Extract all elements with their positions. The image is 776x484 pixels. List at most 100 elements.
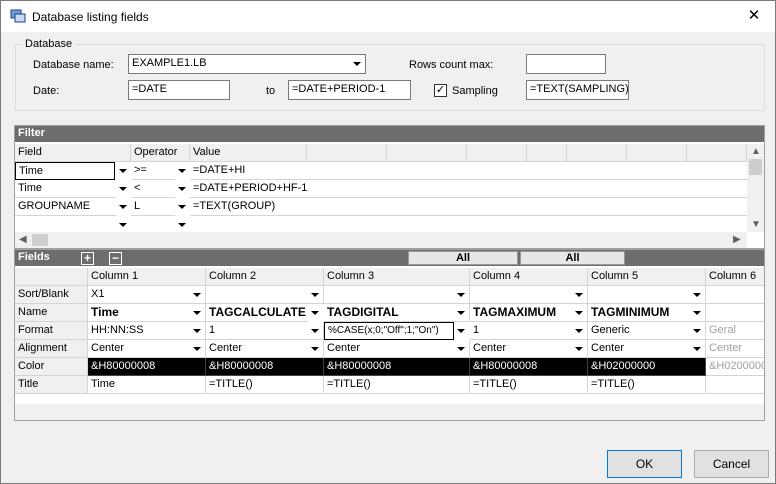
- sort-cell[interactable]: [588, 286, 706, 304]
- ok-button[interactable]: OK: [607, 450, 682, 478]
- sort-cell[interactable]: [470, 286, 588, 304]
- name-cell[interactable]: TAGCALCULATE: [206, 304, 308, 322]
- chevron-down-icon[interactable]: [175, 199, 189, 215]
- fields-horizontal-scrollbar[interactable]: [15, 404, 764, 420]
- chevron-down-icon[interactable]: [454, 287, 468, 303]
- chevron-down-icon[interactable]: [690, 287, 704, 303]
- remove-column-button[interactable]: −: [109, 252, 122, 265]
- sort-cell[interactable]: [324, 286, 470, 304]
- fields-col-2: Column 2: [206, 268, 324, 286]
- format-cell[interactable]: 1: [206, 322, 324, 340]
- chevron-down-icon[interactable]: [190, 287, 204, 303]
- chevron-down-icon[interactable]: [454, 305, 468, 321]
- rows-count-input[interactable]: [526, 54, 606, 74]
- chevron-down-icon[interactable]: [454, 341, 468, 357]
- filter-row-value[interactable]: =DATE+PERIOD+HF-1: [190, 180, 747, 198]
- title-cell[interactable]: Time: [88, 376, 206, 394]
- filter-row-field[interactable]: Time: [15, 162, 115, 180]
- filter-row-operator[interactable]: <: [131, 180, 175, 198]
- chevron-down-icon[interactable]: [308, 305, 322, 321]
- name-cell[interactable]: TAGDIGITAL: [324, 304, 470, 322]
- filter-row-operator[interactable]: L: [131, 198, 175, 216]
- name-cell[interactable]: Time: [88, 304, 206, 322]
- chevron-down-icon[interactable]: [308, 341, 322, 357]
- sort-cell[interactable]: [206, 286, 324, 304]
- filter-vertical-scrollbar[interactable]: ▲ ▼: [747, 144, 764, 232]
- chevron-down-icon[interactable]: [116, 181, 130, 197]
- chevron-down-icon[interactable]: [454, 323, 468, 339]
- chevron-down-icon[interactable]: [175, 181, 189, 197]
- color-cell[interactable]: &H0200000: [706, 358, 764, 376]
- filter-row-value[interactable]: =DATE+HI: [190, 162, 747, 180]
- chevron-down-icon[interactable]: [690, 323, 704, 339]
- format-cell[interactable]: Geral: [706, 322, 764, 340]
- close-icon[interactable]: ✕: [743, 6, 765, 26]
- color-cell[interactable]: &H80000008: [470, 358, 588, 376]
- color-cell[interactable]: &H80000008: [324, 358, 470, 376]
- select-all-button-2[interactable]: All: [520, 251, 625, 265]
- color-cell[interactable]: &H80000008: [206, 358, 324, 376]
- format-cell[interactable]: HH:NN:SS: [88, 322, 206, 340]
- chevron-down-icon[interactable]: [572, 305, 586, 321]
- chevron-down-icon[interactable]: [190, 305, 204, 321]
- alignment-cell[interactable]: Center: [470, 340, 588, 358]
- chevron-down-icon[interactable]: [116, 217, 130, 233]
- database-name-combo[interactable]: EXAMPLE1.LB: [128, 54, 366, 74]
- date-to-input[interactable]: =DATE+PERIOD-1: [288, 80, 411, 100]
- chevron-down-icon[interactable]: [175, 217, 189, 233]
- chevron-down-icon[interactable]: [190, 323, 204, 339]
- name-cell[interactable]: [706, 304, 764, 322]
- sort-cell[interactable]: [706, 286, 764, 304]
- filter-row-value[interactable]: =TEXT(GROUP): [190, 198, 747, 216]
- chevron-down-icon[interactable]: [190, 341, 204, 357]
- alignment-cell[interactable]: Center: [706, 340, 764, 358]
- chevron-down-icon[interactable]: [690, 341, 704, 357]
- filter-row-field[interactable]: GROUPNAME: [15, 198, 116, 216]
- sort-cell[interactable]: X1: [88, 286, 206, 304]
- scroll-up-icon[interactable]: ▲: [751, 147, 761, 157]
- chevron-down-icon[interactable]: [308, 287, 322, 303]
- name-cell[interactable]: TAGMINIMUM: [588, 304, 706, 322]
- name-cell[interactable]: TAGMAXIMUM: [470, 304, 588, 322]
- scroll-down-icon[interactable]: ▼: [751, 220, 761, 230]
- chevron-down-icon[interactable]: [175, 163, 189, 179]
- sampling-checkbox[interactable]: ✓: [434, 84, 447, 97]
- filter-col-blank: [307, 144, 387, 162]
- scroll-left-icon[interactable]: ◀: [19, 235, 27, 245]
- alignment-cell[interactable]: Center: [588, 340, 706, 358]
- chevron-down-icon[interactable]: [116, 163, 130, 179]
- chevron-down-icon[interactable]: [348, 55, 365, 73]
- alignment-cell[interactable]: Center: [324, 340, 470, 358]
- format-cell[interactable]: 1: [470, 322, 588, 340]
- sampling-label: Sampling: [452, 85, 498, 97]
- chevron-down-icon[interactable]: [690, 305, 704, 321]
- chevron-down-icon[interactable]: [572, 287, 586, 303]
- row-label-name: Name: [15, 304, 88, 322]
- chevron-down-icon[interactable]: [116, 199, 130, 215]
- filter-horizontal-scrollbar[interactable]: ◀ ▶: [15, 232, 747, 248]
- format-cell[interactable]: Generic: [588, 322, 706, 340]
- date-from-input[interactable]: =DATE: [128, 80, 230, 100]
- chevron-down-icon[interactable]: [572, 341, 586, 357]
- title-cell[interactable]: =TITLE(): [470, 376, 588, 394]
- color-cell[interactable]: &H80000008: [88, 358, 206, 376]
- title-cell[interactable]: =TITLE(): [324, 376, 470, 394]
- scroll-thumb[interactable]: [32, 234, 48, 246]
- chevron-down-icon[interactable]: [572, 323, 586, 339]
- chevron-down-icon[interactable]: [308, 323, 322, 339]
- cancel-button[interactable]: Cancel: [694, 450, 769, 478]
- format-cell[interactable]: %CASE(x;0;"Off";1;"On"): [324, 322, 454, 340]
- title-cell[interactable]: =TITLE(): [588, 376, 706, 394]
- color-cell[interactable]: &H02000000: [588, 358, 706, 376]
- filter-row-operator[interactable]: >=: [131, 162, 175, 180]
- title-cell[interactable]: =TITLE(): [206, 376, 324, 394]
- sampling-input[interactable]: =TEXT(SAMPLING): [526, 80, 629, 100]
- select-all-button-1[interactable]: All: [408, 251, 518, 265]
- title-cell[interactable]: [706, 376, 764, 394]
- alignment-cell[interactable]: Center: [88, 340, 206, 358]
- scroll-right-icon[interactable]: ▶: [733, 235, 741, 245]
- filter-row-field[interactable]: Time: [15, 180, 116, 198]
- alignment-cell[interactable]: Center: [206, 340, 324, 358]
- add-column-button[interactable]: +: [81, 252, 94, 265]
- scroll-thumb[interactable]: [749, 159, 762, 175]
